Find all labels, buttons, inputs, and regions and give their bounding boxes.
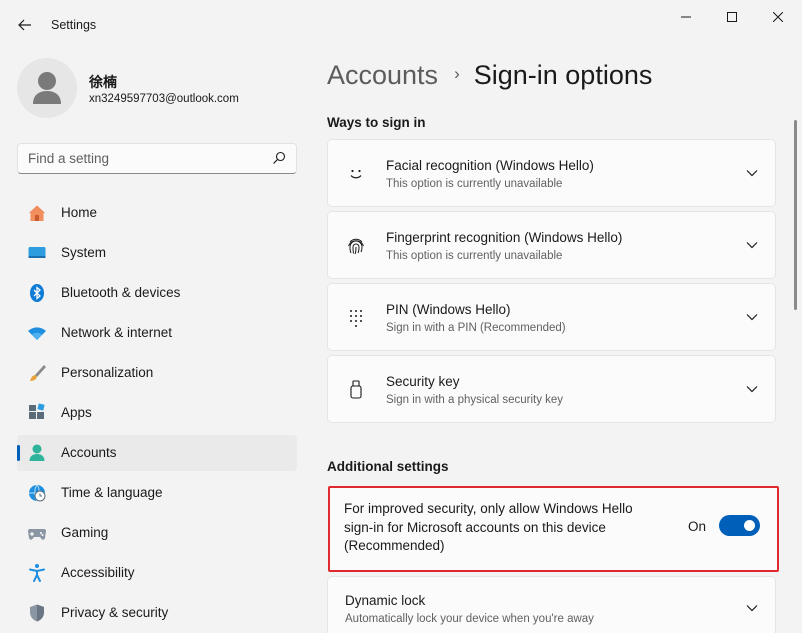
brush-icon bbox=[27, 363, 47, 383]
nav-list: Home System Bluetooth & devices Network … bbox=[17, 195, 297, 633]
sidebar-item-label: Home bbox=[61, 205, 98, 220]
sidebar-item-network[interactable]: Network & internet bbox=[17, 315, 297, 351]
card-subtitle: This option is currently unavailable bbox=[386, 250, 563, 262]
card-title: Fingerprint recognition (Windows Hello) bbox=[386, 230, 623, 245]
maximize-icon bbox=[727, 12, 737, 22]
sidebar-item-bluetooth[interactable]: Bluetooth & devices bbox=[17, 275, 297, 311]
card-title: PIN (Windows Hello) bbox=[386, 302, 511, 317]
sidebar-item-accessibility[interactable]: Accessibility bbox=[17, 555, 297, 591]
toggle-knob bbox=[744, 520, 755, 531]
app-title: Settings bbox=[51, 18, 97, 32]
sidebar-item-label: Gaming bbox=[61, 525, 109, 540]
avatar[interactable] bbox=[17, 58, 77, 118]
sidebar-item-label: Network & internet bbox=[61, 325, 173, 340]
person-icon bbox=[27, 443, 47, 463]
section-title-additional: Additional settings bbox=[327, 459, 449, 474]
user-name: 徐楠 bbox=[89, 74, 117, 90]
card-title: Facial recognition (Windows Hello) bbox=[386, 158, 594, 173]
apps-icon bbox=[27, 403, 47, 423]
scrollbar[interactable] bbox=[794, 120, 797, 310]
globe-clock-icon bbox=[27, 483, 47, 503]
fingerprint-icon bbox=[344, 234, 368, 258]
sidebar-item-apps[interactable]: Apps bbox=[17, 395, 297, 431]
sidebar-item-label: System bbox=[61, 245, 107, 260]
minimize-icon bbox=[681, 16, 691, 18]
main-content: Accounts › Sign-in options Ways to sign in… bbox=[312, 48, 802, 633]
monitor-icon bbox=[27, 243, 47, 263]
minimize-button[interactable] bbox=[663, 4, 709, 30]
chevron-down-icon[interactable] bbox=[745, 382, 759, 396]
facial-recognition-card[interactable]: Facial recognition (Windows Hello) This … bbox=[327, 139, 776, 207]
sidebar-item-label: Bluetooth & devices bbox=[61, 285, 181, 300]
sidebar: 徐楠 xn3249597703@outlook.com Home System … bbox=[0, 48, 312, 633]
card-title: Security key bbox=[386, 374, 460, 389]
toggle-state-label: On bbox=[688, 519, 707, 534]
sidebar-item-privacy-security[interactable]: Privacy & security bbox=[17, 595, 297, 631]
card-subtitle: Sign in with a PIN (Recommended) bbox=[386, 322, 566, 334]
back-button[interactable] bbox=[12, 12, 38, 38]
sidebar-item-label: Privacy & security bbox=[61, 605, 169, 620]
chevron-down-icon[interactable] bbox=[745, 310, 759, 324]
card-subtitle: Sign in with a physical security key bbox=[386, 394, 564, 406]
card-subtitle: This option is currently unavailable bbox=[386, 178, 563, 190]
windows-hello-only-text: For improved security, only allow Window… bbox=[344, 501, 633, 553]
back-arrow-icon bbox=[18, 19, 31, 31]
sidebar-item-home[interactable]: Home bbox=[17, 195, 297, 231]
sidebar-item-personalization[interactable]: Personalization bbox=[17, 355, 297, 391]
page-title: Sign-in options bbox=[473, 60, 653, 90]
sidebar-item-gaming[interactable]: Gaming bbox=[17, 515, 297, 551]
user-avatar-icon bbox=[33, 72, 61, 104]
chevron-down-icon[interactable] bbox=[745, 601, 759, 615]
card-subtitle: Automatically lock your device when you'… bbox=[345, 613, 594, 625]
pin-card[interactable]: PIN (Windows Hello) Sign in with a PIN (… bbox=[327, 283, 776, 351]
section-title-ways: Ways to sign in bbox=[327, 115, 426, 130]
close-icon bbox=[773, 12, 783, 22]
chevron-down-icon[interactable] bbox=[745, 238, 759, 252]
search-icon[interactable] bbox=[272, 151, 286, 165]
sidebar-item-time-language[interactable]: Time & language bbox=[17, 475, 297, 511]
user-email: xn3249597703@outlook.com bbox=[89, 93, 239, 105]
accessibility-icon bbox=[27, 563, 47, 583]
sidebar-item-system[interactable]: System bbox=[17, 235, 297, 271]
home-icon bbox=[27, 203, 47, 223]
sidebar-item-label: Time & language bbox=[61, 485, 163, 500]
windows-hello-only-setting: For improved security, only allow Window… bbox=[328, 486, 779, 572]
gamepad-icon bbox=[27, 523, 47, 543]
windows-hello-only-toggle[interactable] bbox=[719, 515, 760, 536]
sidebar-item-label: Accounts bbox=[61, 445, 117, 460]
security-key-card[interactable]: Security key Sign in with a physical sec… bbox=[327, 355, 776, 423]
search-input[interactable] bbox=[28, 144, 268, 173]
breadcrumb-separator: › bbox=[454, 64, 460, 83]
pin-keypad-icon bbox=[344, 306, 368, 330]
sidebar-item-accounts[interactable]: Accounts bbox=[17, 435, 297, 471]
title-bar: Settings bbox=[0, 0, 802, 48]
breadcrumb: Accounts › Sign-in options bbox=[327, 60, 652, 91]
breadcrumb-parent[interactable]: Accounts bbox=[327, 60, 438, 90]
chevron-down-icon[interactable] bbox=[745, 166, 759, 180]
sidebar-item-label: Accessibility bbox=[61, 565, 135, 580]
sidebar-item-label: Apps bbox=[61, 405, 92, 420]
dynamic-lock-card[interactable]: Dynamic lock Automatically lock your dev… bbox=[327, 576, 776, 633]
sidebar-item-label: Personalization bbox=[61, 365, 154, 380]
shield-icon bbox=[27, 603, 47, 623]
card-title: Dynamic lock bbox=[345, 593, 426, 608]
bluetooth-icon bbox=[27, 283, 47, 303]
close-button[interactable] bbox=[755, 4, 801, 30]
maximize-button[interactable] bbox=[709, 4, 755, 30]
usb-key-icon bbox=[344, 378, 368, 402]
face-icon bbox=[344, 162, 368, 186]
search-box[interactable] bbox=[17, 143, 297, 174]
fingerprint-recognition-card[interactable]: Fingerprint recognition (Windows Hello) … bbox=[327, 211, 776, 279]
wifi-icon bbox=[27, 323, 47, 343]
